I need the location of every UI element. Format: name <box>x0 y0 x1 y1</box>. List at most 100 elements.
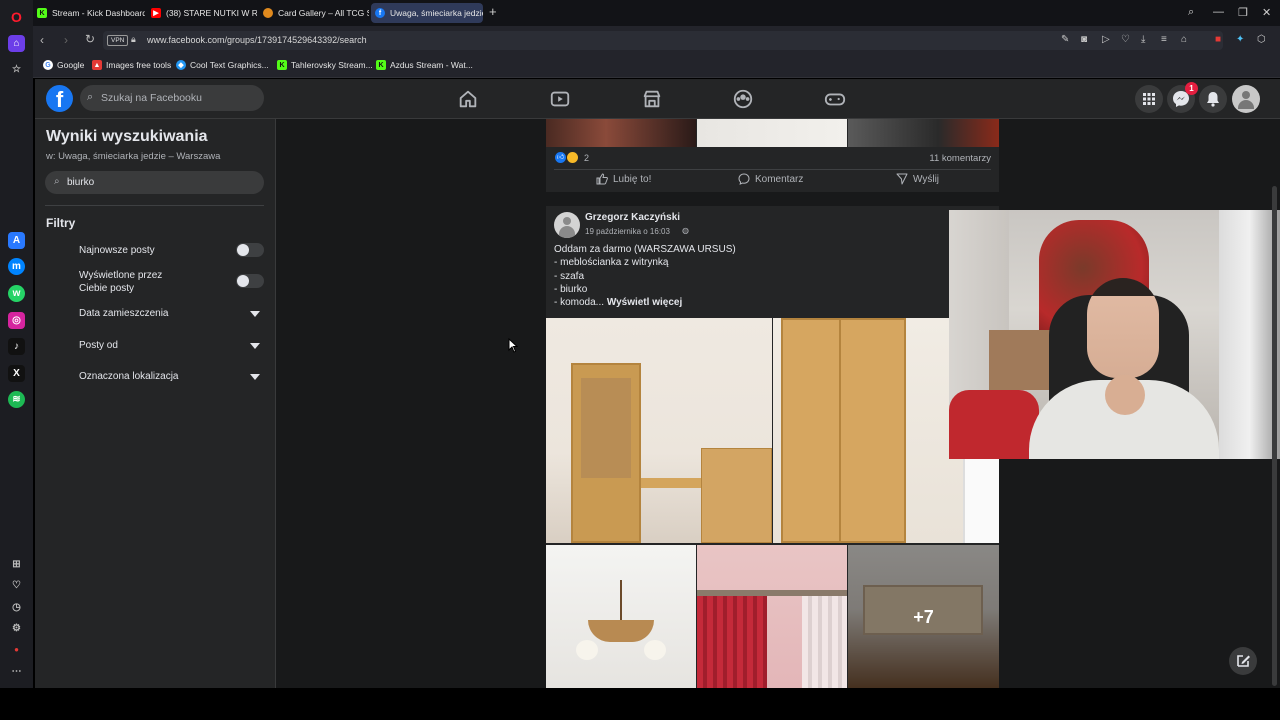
video-icon[interactable] <box>549 88 571 110</box>
comment-label: Komentarz <box>755 173 804 185</box>
tab-card-gallery[interactable]: Card Gallery – All TCG Set <box>259 3 369 23</box>
facebook-logo[interactable]: f <box>46 85 73 112</box>
filter-seen-posts-toggle[interactable] <box>236 274 264 288</box>
post-photo[interactable] <box>546 119 696 147</box>
notifications-button[interactable] <box>1199 85 1227 113</box>
more-dots-icon[interactable]: ⋯ <box>8 663 25 680</box>
bookmark-label: Cool Text Graphics... <box>190 60 269 70</box>
settings-gear-icon[interactable]: ⚙ <box>8 620 25 637</box>
filter-newest-posts-label[interactable]: Najnowsze posty <box>79 244 155 257</box>
facebook-icon: f <box>375 8 385 18</box>
share-button[interactable]: Wyślij <box>896 173 939 185</box>
record-icon[interactable]: ● <box>8 641 25 658</box>
tab-label: Stream - Kick Dashboard <box>52 8 145 18</box>
restore-icon[interactable]: ❐ <box>1238 6 1248 19</box>
lock-icon[interactable]: 🔒︎ <box>131 34 136 45</box>
page-scrollbar[interactable] <box>1272 186 1277 686</box>
wow-reaction-icon[interactable] <box>567 152 578 163</box>
author-avatar[interactable] <box>554 212 580 238</box>
reload-icon[interactable]: ↻ <box>85 32 95 46</box>
extension-red-icon[interactable]: ■ <box>1215 34 1221 45</box>
tab-kick-dashboard[interactable]: K Stream - Kick Dashboard <box>33 3 145 23</box>
extensions-icon[interactable]: ⊞ <box>8 556 25 573</box>
bookmark-azdus[interactable]: K Azdus Stream - Wat... <box>376 60 473 70</box>
filter-newest-posts-toggle[interactable] <box>236 243 264 257</box>
new-tab-plus-icon[interactable]: + <box>489 4 497 19</box>
post-photo[interactable]: +7 <box>848 545 999 688</box>
groups-icon[interactable] <box>732 88 754 110</box>
bookmark-google[interactable]: G Google <box>43 60 84 70</box>
vpn-badge[interactable]: VPN <box>107 35 129 46</box>
home-icon[interactable] <box>457 88 479 110</box>
like-button[interactable]: Lubię to! <box>596 173 651 185</box>
see-more-link[interactable]: Wyświetl więcej <box>607 297 682 308</box>
comments-count[interactable]: 11 komentarzy <box>929 153 991 164</box>
profile-avatar[interactable] <box>1232 85 1260 113</box>
filter-tagged-location[interactable]: Oznaczona lokalizacja <box>79 370 179 383</box>
play-icon[interactable]: ▷ <box>1102 34 1110 45</box>
comment-button[interactable]: Komentarz <box>738 173 803 185</box>
like-reaction-icon[interactable]: 👍︎ <box>555 152 566 163</box>
instagram-icon[interactable]: ◎ <box>8 312 25 329</box>
more-photos-count[interactable]: +7 <box>848 607 999 628</box>
marketplace-icon[interactable] <box>641 88 663 110</box>
whatsapp-icon[interactable]: w <box>8 285 25 302</box>
chevron-down-icon[interactable] <box>250 374 260 380</box>
post-photo[interactable] <box>697 119 847 147</box>
group-search-value[interactable]: biurko <box>67 177 94 188</box>
tab-facebook-group[interactable]: f Uwaga, śmieciarka jedzie <box>371 3 483 23</box>
opera-home-icon[interactable]: ⌂ <box>8 35 25 52</box>
page-title: Wyniki wyszukiwania <box>46 128 208 145</box>
tab-youtube[interactable]: ▶ (38) STARE NUTKI W RE <box>147 3 257 23</box>
post-author[interactable]: Grzegorz Kaczyński <box>585 212 680 223</box>
filter-date-posted[interactable]: Data zamieszczenia <box>79 307 168 320</box>
post-photo[interactable] <box>546 545 696 688</box>
star-icon[interactable]: ☆ <box>8 61 25 78</box>
tiktok-icon[interactable]: ♪ <box>8 338 25 355</box>
gaming-icon[interactable] <box>824 88 846 110</box>
url-text[interactable]: www.facebook.com/groups/1739174529643392… <box>147 35 367 45</box>
camera-icon[interactable]: ◙ <box>1081 34 1087 45</box>
filter-seen-posts-label[interactable]: Wyświetlone przez Ciebie posty <box>79 269 189 295</box>
tab-label: Card Gallery – All TCG Set <box>278 8 369 18</box>
edit-icon[interactable]: ✎ <box>1061 34 1069 45</box>
forward-icon[interactable]: › <box>64 33 68 47</box>
opera-sidebar: O ⌂ ☆ A m w ◎ ♪ X ≋ ⊞ ♡ ◷ ⚙ ● ⋯ <box>0 0 33 688</box>
post-photo[interactable] <box>848 119 999 147</box>
wallet-icon[interactable]: ⌂ <box>1181 34 1187 45</box>
chevron-down-icon[interactable] <box>250 343 260 349</box>
aria-icon[interactable]: A <box>8 232 25 249</box>
filter-posts-from[interactable]: Posty od <box>79 339 118 352</box>
download-icon[interactable]: ⤓ <box>1141 34 1145 45</box>
bookmark-tahlerovsky[interactable]: K Tahlerovsky Stream... <box>277 60 373 70</box>
close-window-icon[interactable]: ✕ <box>1262 6 1271 19</box>
menu-grid-button[interactable] <box>1135 85 1163 113</box>
chevron-down-icon[interactable] <box>250 311 260 317</box>
notification-count-badge: 1 <box>1185 82 1198 95</box>
reaction-count[interactable]: 2 <box>584 153 589 163</box>
menu-icon[interactable]: ≡ <box>1161 34 1167 45</box>
spotify-icon[interactable]: ≋ <box>8 391 25 408</box>
bookmark-images-free-tools[interactable]: ▲ Images free tools <box>92 60 171 70</box>
back-icon[interactable]: ‹ <box>40 33 44 47</box>
extension-blue-icon[interactable]: ✦ <box>1236 34 1244 45</box>
webcam-overlay <box>949 210 1280 459</box>
history-icon[interactable]: ◷ <box>8 599 25 616</box>
group-subtitle[interactable]: w: Uwaga, śmieciarka jedzie – Warszawa <box>46 151 220 162</box>
heart-icon[interactable]: ♡ <box>8 577 25 594</box>
heart-icon[interactable]: ♡ <box>1121 34 1130 45</box>
bookmark-label: Azdus Stream - Wat... <box>390 60 473 70</box>
extensions-cube-icon[interactable]: ⬡ <box>1257 34 1266 45</box>
post-date[interactable]: 19 października o 16:03 <box>585 227 670 236</box>
images-tool-icon: ▲ <box>92 60 102 70</box>
minimize-icon[interactable]: — <box>1213 6 1224 18</box>
x-icon[interactable]: X <box>8 365 25 382</box>
new-message-button[interactable] <box>1229 647 1257 675</box>
post-photo[interactable] <box>697 545 847 688</box>
messenger-icon[interactable]: m <box>8 258 25 275</box>
facebook-search-placeholder[interactable]: Szukaj na Facebooku <box>101 92 202 104</box>
post-photo[interactable] <box>546 318 772 543</box>
bookmark-cool-text[interactable]: ◆ Cool Text Graphics... <box>176 60 269 70</box>
opera-logo-icon[interactable]: O <box>8 8 25 25</box>
tab-search-icon[interactable]: ⌕ <box>1188 6 1194 19</box>
